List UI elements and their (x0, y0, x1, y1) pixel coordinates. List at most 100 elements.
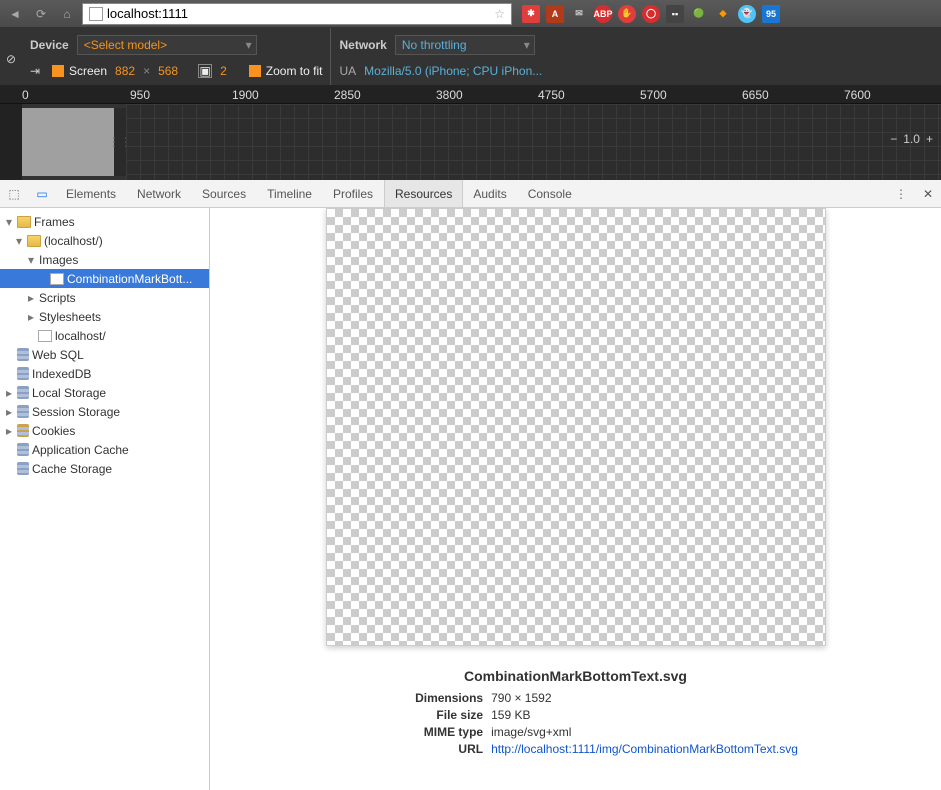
tree-cookies[interactable]: ▸Cookies (0, 421, 209, 440)
toggle-toolbar-icon[interactable]: ⇥ (30, 64, 44, 78)
tab-sources[interactable]: Sources (192, 180, 257, 207)
tree-localhost-frame[interactable]: ▾(localhost/) (0, 231, 209, 250)
emulated-page[interactable] (22, 108, 114, 176)
ruler-tick: 6650 (742, 88, 769, 102)
ext-icon-11[interactable]: 95 (762, 5, 780, 23)
tree-localhost-doc[interactable]: localhost/ (0, 326, 209, 345)
viewport-grid (126, 104, 941, 180)
tree-label: Cache Storage (32, 462, 112, 476)
tree-label: Cookies (32, 424, 75, 438)
tree-sessionstorage[interactable]: ▸Session Storage (0, 402, 209, 421)
file-icon (50, 273, 64, 285)
device-viewport: ⋮⋮ − 1.0 + (0, 104, 941, 180)
back-button[interactable]: ◄ (4, 3, 26, 25)
ext-icon-3[interactable]: ✉ (570, 5, 588, 23)
device-label: Device (30, 38, 69, 52)
screen-label: Screen (69, 64, 107, 78)
ext-icon-6[interactable]: ◯ (642, 5, 660, 23)
ruler-tick: 1900 (232, 88, 259, 102)
bookmark-star-icon[interactable]: ☆ (494, 7, 505, 21)
ext-abp-icon[interactable]: ABP (594, 5, 612, 23)
url-bar[interactable]: ☆ (82, 3, 512, 25)
tree-stylesheets[interactable]: ▸Stylesheets (0, 307, 209, 326)
tab-profiles[interactable]: Profiles (323, 180, 384, 207)
screen-width[interactable]: 882 (115, 64, 135, 78)
meta-key-dimensions: Dimensions (353, 690, 483, 707)
devtools-menu-icon[interactable]: ⋮ (887, 180, 915, 207)
reload-button[interactable]: ⟳ (30, 3, 52, 25)
ruler-tick: 2850 (334, 88, 361, 102)
ext-icon-8[interactable]: 🟢 (690, 5, 708, 23)
dimension-x: × (143, 64, 150, 78)
tree-label: Session Storage (32, 405, 120, 419)
ruler-tick: 0 (22, 88, 29, 102)
tree-appcache[interactable]: Application Cache (0, 440, 209, 459)
devtools-close-button[interactable]: ✕ (915, 180, 941, 207)
dpr-icon[interactable]: ▣ (198, 64, 212, 78)
resize-handle[interactable]: ⋮⋮ (114, 108, 126, 176)
tree-label: IndexedDB (32, 367, 91, 381)
no-device-icon[interactable]: ⊘ (0, 28, 22, 85)
ua-value[interactable]: Mozilla/5.0 (iPhone; CPU iPhon... (364, 64, 542, 78)
tree-selected-image[interactable]: CombinationMarkBott... (0, 269, 209, 288)
tree-localstorage[interactable]: ▸Local Storage (0, 383, 209, 402)
meta-val-filesize: 159 KB (491, 707, 530, 724)
url-input[interactable] (107, 6, 490, 21)
zoom-out-button[interactable]: − (890, 132, 897, 146)
ext-icon-5[interactable]: ✋ (618, 5, 636, 23)
dpr-value[interactable]: 2 (220, 64, 227, 78)
meta-key-filesize: File size (353, 707, 483, 724)
tree-websql[interactable]: Web SQL (0, 345, 209, 364)
extension-icons: ✱ A ✉ ABP ✋ ◯ ▪▪ 🟢 ◆ 👻 95 (522, 5, 780, 23)
device-model-select[interactable]: <Select model> (77, 35, 257, 55)
tab-elements[interactable]: Elements (56, 180, 127, 207)
vertical-ruler (0, 104, 22, 180)
zoom-level: 1.0 (903, 132, 920, 146)
folder-icon (17, 216, 31, 228)
tree-indexeddb[interactable]: IndexedDB (0, 364, 209, 383)
tree-scripts[interactable]: ▸Scripts (0, 288, 209, 307)
resources-sidebar: ▾Frames ▾(localhost/) ▾Images Combinatio… (0, 208, 210, 790)
tree-label: Application Cache (32, 443, 129, 457)
tree-label: localhost/ (55, 329, 106, 343)
device-toolbar: ⊘ Device <Select model> ⇥ Screen 882 × 5… (0, 28, 941, 86)
screen-checkbox[interactable] (52, 65, 64, 77)
throttling-select[interactable]: No throttling (395, 35, 535, 55)
tree-label: Frames (34, 215, 75, 229)
inspect-element-icon[interactable]: ⬚ (0, 180, 28, 207)
ext-icon-7[interactable]: ▪▪ (666, 5, 684, 23)
database-icon (17, 462, 29, 475)
ext-icon-1[interactable]: ✱ (522, 5, 540, 23)
ext-icon-2[interactable]: A (546, 5, 564, 23)
tree-images[interactable]: ▾Images (0, 250, 209, 269)
zoom-in-button[interactable]: + (926, 132, 933, 146)
cookie-icon (17, 424, 29, 437)
devtools-tabs: ⬚ ▭ Elements Network Sources Timeline Pr… (0, 180, 941, 208)
tab-network[interactable]: Network (127, 180, 192, 207)
tab-timeline[interactable]: Timeline (257, 180, 323, 207)
tree-frames[interactable]: ▾Frames (0, 212, 209, 231)
browser-toolbar: ◄ ⟳ ⌂ ☆ ✱ A ✉ ABP ✋ ◯ ▪▪ 🟢 ◆ 👻 95 (0, 0, 941, 28)
ext-icon-10[interactable]: 👻 (738, 5, 756, 23)
tree-label: Local Storage (32, 386, 106, 400)
home-button[interactable]: ⌂ (56, 3, 78, 25)
page-icon (89, 7, 103, 21)
device-mode-icon[interactable]: ▭ (28, 180, 56, 207)
tree-cachestorage[interactable]: Cache Storage (0, 459, 209, 478)
screen-height[interactable]: 568 (158, 64, 178, 78)
tab-audits[interactable]: Audits (463, 180, 517, 207)
zoom-to-fit-label: Zoom to fit (266, 64, 323, 78)
meta-val-url-link[interactable]: http://localhost:1111/img/CombinationMar… (491, 742, 798, 756)
database-icon (17, 367, 29, 380)
tab-console[interactable]: Console (518, 180, 583, 207)
tree-label: Web SQL (32, 348, 84, 362)
ext-icon-9[interactable]: ◆ (714, 5, 732, 23)
file-icon (38, 330, 52, 342)
folder-icon (27, 235, 41, 247)
devtools-body: ▾Frames ▾(localhost/) ▾Images Combinatio… (0, 208, 941, 790)
zoom-controls: − 1.0 + (890, 132, 933, 146)
network-label: Network (339, 38, 386, 52)
tab-resources[interactable]: Resources (384, 180, 463, 207)
database-icon (17, 443, 29, 456)
zoom-checkbox[interactable] (249, 65, 261, 77)
